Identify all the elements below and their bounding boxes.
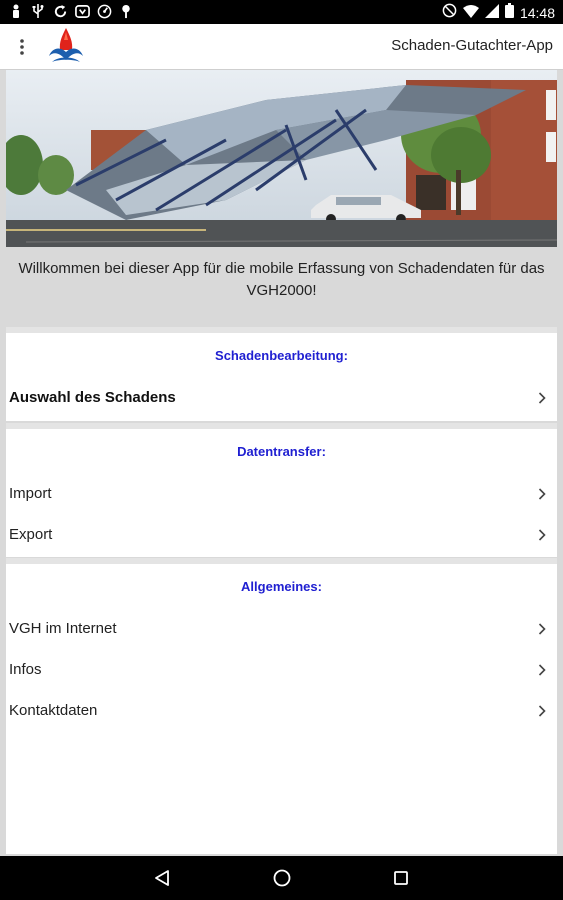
menu-item-auswahl-des-schadens[interactable]: Auswahl des Schadens xyxy=(6,377,557,418)
section-heading: Allgemeines: xyxy=(241,578,322,594)
menu-item-label: Import xyxy=(9,485,52,502)
menu-item-infos[interactable]: Infos xyxy=(6,649,557,690)
chevron-right-icon xyxy=(535,622,549,636)
status-time: 14:48 xyxy=(519,5,555,21)
section-schadenbearbeitung: Schadenbearbeitung: Auswahl des Schadens xyxy=(6,327,557,421)
app-bar: Schaden-Gutachter-App xyxy=(0,24,563,70)
menu-item-label: Auswahl des Schadens xyxy=(9,389,176,406)
wifi-icon xyxy=(462,4,479,23)
location-pin-icon xyxy=(118,3,134,19)
chevron-right-icon xyxy=(535,528,549,542)
menu-item-vgh-im-internet[interactable]: VGH im Internet xyxy=(6,608,557,649)
back-icon[interactable] xyxy=(150,866,174,890)
menu-item-export[interactable]: Export xyxy=(6,514,557,555)
menu-item-import[interactable]: Import xyxy=(6,473,557,514)
menu-item-label: Infos xyxy=(9,661,42,678)
chevron-right-icon xyxy=(535,663,549,677)
app-title: Schaden-Gutachter-App xyxy=(391,37,553,54)
signal-icon xyxy=(484,3,499,23)
status-bar: 14:48 xyxy=(0,0,563,24)
chevron-right-icon xyxy=(535,704,549,718)
welcome-text: Willkommen bei dieser App für die mobile… xyxy=(18,260,545,299)
section-heading: Schadenbearbeitung: xyxy=(215,347,348,363)
menu-item-label: Kontaktdaten xyxy=(9,702,98,719)
menu-item-label: VGH im Internet xyxy=(9,620,117,637)
shield-icon xyxy=(74,3,90,19)
home-icon[interactable] xyxy=(270,866,294,890)
do-not-disturb-icon xyxy=(442,3,457,23)
vgh-logo xyxy=(44,26,88,68)
status-right-icons: 14:48 xyxy=(442,3,555,23)
speed-icon xyxy=(96,3,112,19)
chevron-right-icon xyxy=(535,391,549,405)
chevron-right-icon xyxy=(535,487,549,501)
section-allgemeines: Allgemeines: VGH im Internet Infos Konta… xyxy=(6,558,557,854)
hero-image-collapsed-roof xyxy=(6,70,557,247)
sync-icon xyxy=(52,3,68,19)
more-vert-icon[interactable] xyxy=(10,35,34,59)
menu-item-label: Export xyxy=(9,526,53,543)
status-left-icons xyxy=(8,3,134,19)
battery-icon xyxy=(504,3,514,23)
section-heading: Datentransfer: xyxy=(237,443,326,459)
usb-icon xyxy=(30,3,46,19)
section-datentransfer: Datentransfer: Import Export xyxy=(6,423,557,557)
menu-item-kontaktdaten[interactable]: Kontaktdaten xyxy=(6,690,557,731)
person-icon xyxy=(8,3,24,19)
navigation-bar xyxy=(0,856,563,900)
recents-icon[interactable] xyxy=(389,866,413,890)
